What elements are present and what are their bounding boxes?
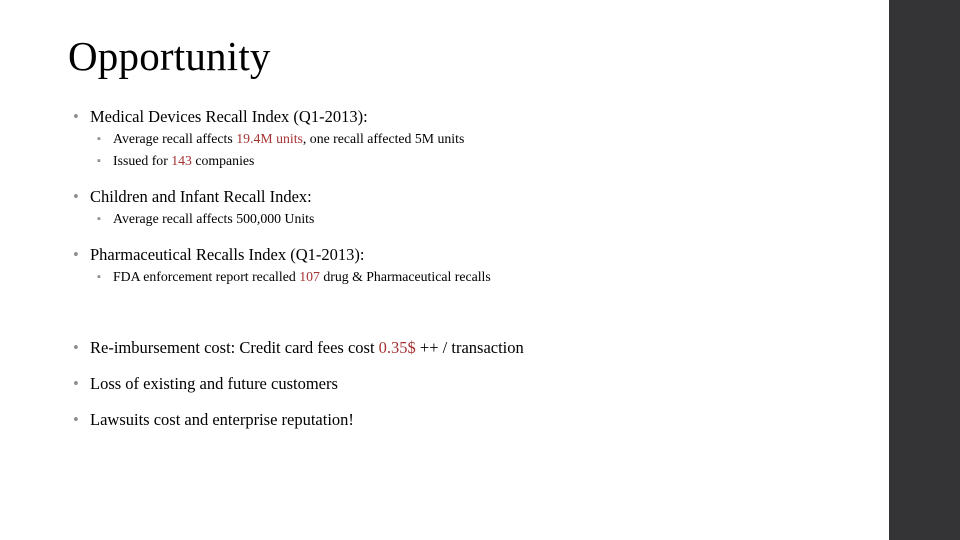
- bullet-level1-label: Pharmaceutical Recalls Index (Q1-2013):: [90, 245, 365, 264]
- bullet-level1-text-pre: Re-imbursement cost: Credit card fees co…: [90, 338, 379, 357]
- bullet-dot-icon: •: [73, 338, 79, 357]
- bullet-group: • Children and Infant Recall Index: ▪ Av…: [68, 185, 868, 230]
- bullet-level1-label: Medical Devices Recall Index (Q1-2013):: [90, 107, 368, 126]
- bullet-square-icon: ▪: [97, 271, 101, 283]
- bullet-level1: • Children and Infant Recall Index:: [68, 185, 868, 208]
- slide-canvas: Opportunity • Medical Devices Recall Ind…: [0, 0, 960, 540]
- bullet-dot-icon: •: [73, 245, 79, 264]
- bullet-square-icon: ▪: [97, 133, 101, 145]
- bullet-dot-icon: •: [73, 187, 79, 206]
- bullet-level1: • Pharmaceutical Recalls Index (Q1-2013)…: [68, 243, 868, 266]
- bullet-group: • Re-imbursement cost: Credit card fees …: [68, 336, 868, 431]
- bullet-level1: • Medical Devices Recall Index (Q1-2013)…: [68, 105, 868, 128]
- bullet-level1-text-pre: Loss of existing and future customers: [90, 374, 338, 393]
- bullet-level2-highlight: 143: [171, 153, 192, 168]
- bullet-level1: • Re-imbursement cost: Credit card fees …: [68, 336, 868, 359]
- bullet-level2-text-post: , one recall affected 5M units: [302, 131, 465, 146]
- bullet-level2: ▪ FDA enforcement report recalled 107 dr…: [68, 266, 868, 288]
- bullet-level2: ▪ Issued for 143 companies: [68, 150, 868, 172]
- bullet-level2: ▪ Average recall affects 19.4M units, on…: [68, 128, 868, 150]
- bullet-level2-text-post: companies: [191, 153, 255, 168]
- bullet-dot-icon: •: [73, 374, 79, 393]
- bullet-level2-text-pre: FDA enforcement report recalled: [113, 269, 300, 284]
- bullet-level2-highlight: 107: [299, 269, 320, 284]
- bullet-square-icon: ▪: [97, 213, 101, 225]
- bullet-level2: ▪ Average recall affects 500,000 Units: [68, 208, 868, 230]
- bullet-level2-text-post: drug & Pharmaceutical recalls: [319, 269, 491, 284]
- bullet-body: • Medical Devices Recall Index (Q1-2013)…: [68, 105, 868, 431]
- bullet-square-icon: ▪: [97, 155, 101, 167]
- bullet-dot-icon: •: [73, 107, 79, 126]
- bullet-level2-text-pre: Average recall affects 500,000 Units: [113, 211, 315, 226]
- bullet-level1: • Lawsuits cost and enterprise reputatio…: [68, 408, 868, 431]
- bullet-group: • Pharmaceutical Recalls Index (Q1-2013)…: [68, 243, 868, 288]
- bullet-level1-label: Children and Infant Recall Index:: [90, 187, 312, 206]
- bullet-group: • Medical Devices Recall Index (Q1-2013)…: [68, 105, 868, 172]
- bullet-level1: • Loss of existing and future customers: [68, 372, 868, 395]
- bullet-dot-icon: •: [73, 410, 79, 429]
- page-title: Opportunity: [68, 33, 271, 79]
- right-accent-band: [889, 0, 960, 540]
- blank-line-spacer: [68, 288, 868, 314]
- bullet-level2-text-pre: Average recall affects: [113, 131, 237, 146]
- bullet-level1-highlight: 0.35$: [378, 338, 416, 357]
- bullet-level1-text-pre: Lawsuits cost and enterprise reputation!: [90, 410, 354, 429]
- bullet-level2-highlight: 19.4M units: [236, 131, 303, 146]
- bullet-level2-text-pre: Issued for: [113, 153, 172, 168]
- bullet-level1-text-post: ++ / transaction: [415, 338, 524, 357]
